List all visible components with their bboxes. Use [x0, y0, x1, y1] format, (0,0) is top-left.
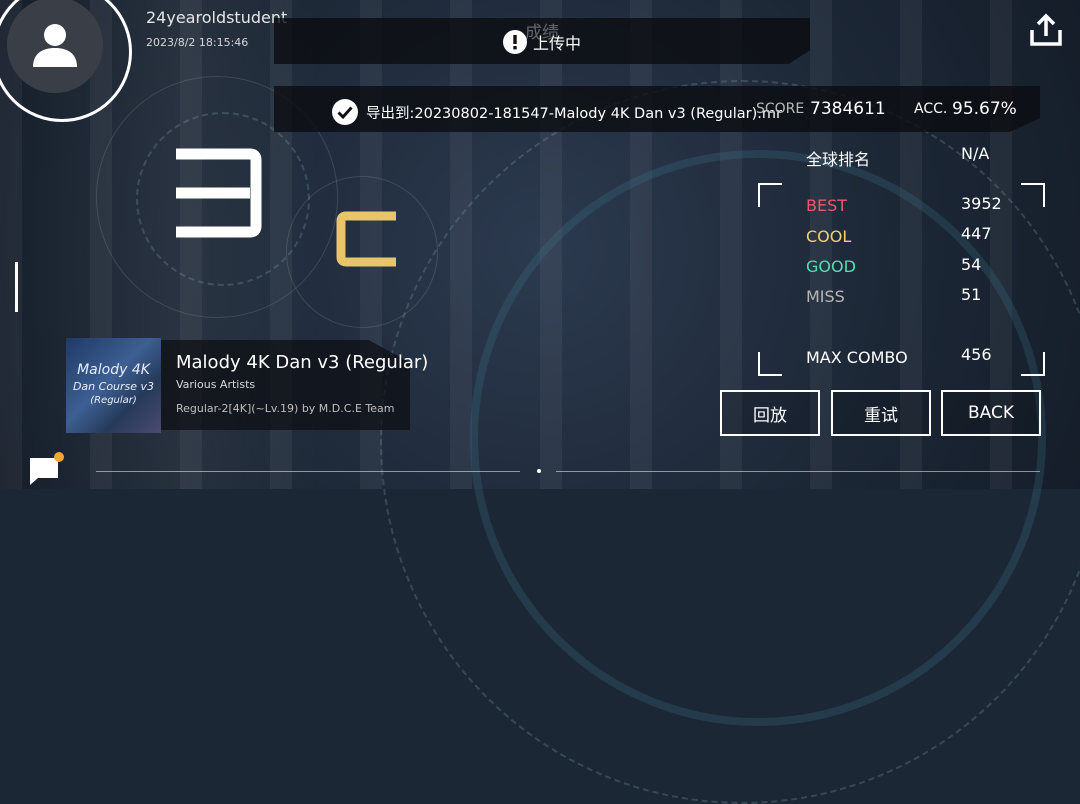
global-rank-label: 全球排名 — [806, 150, 871, 169]
upload-status: 上传中 — [274, 30, 810, 54]
left-edge-tick — [15, 262, 18, 312]
replay-button[interactable]: 回放 — [720, 390, 820, 436]
good-value: 54 — [961, 255, 982, 274]
export-path-text: 导出到:20230802-181547-Malody 4K Dan v3 (Re… — [366, 105, 782, 122]
cover-line: (Regular) — [90, 395, 137, 406]
miss-value: 51 — [961, 285, 982, 304]
accuracy-value: 95.67% — [952, 99, 1017, 119]
cool-label: COOL — [806, 227, 852, 246]
score-label: SCORE — [756, 101, 805, 117]
song-artist: Various Artists — [176, 378, 256, 391]
back-button[interactable]: BACK — [941, 390, 1041, 436]
upload-icon[interactable] — [1028, 12, 1064, 48]
good-label: GOOD — [806, 257, 856, 276]
stats-frame-corner — [1021, 183, 1045, 207]
cool-value: 447 — [961, 224, 992, 243]
bottom-divider — [96, 471, 520, 472]
miss-label: MISS — [806, 287, 845, 306]
stats-frame-corner — [1021, 352, 1045, 376]
song-title: Malody 4K Dan v3 (Regular) — [176, 352, 429, 373]
accuracy-label: ACC. — [914, 101, 948, 117]
grade-letter — [336, 211, 396, 267]
bottom-divider — [556, 471, 1040, 472]
page-indicator-dot — [537, 469, 541, 473]
upload-status-banner: 成绩 上传中 — [274, 18, 810, 64]
grade-number — [176, 148, 262, 238]
export-info: 导出到:20230802-181547-Malody 4K Dan v3 (Re… — [332, 99, 782, 125]
retry-button[interactable]: 重试 — [831, 390, 931, 436]
play-datetime: 2023/8/2 18:15:46 — [146, 36, 249, 49]
stats-frame-corner — [758, 352, 782, 376]
stats-frame-corner — [758, 183, 782, 207]
chat-bubble-icon[interactable] — [28, 452, 64, 486]
cover-line: Dan Course v3 — [72, 380, 155, 393]
best-label: BEST — [806, 196, 848, 215]
export-banner: 导出到:20230802-181547-Malody 4K Dan v3 (Re… — [274, 86, 1040, 132]
score-value: 7384611 — [810, 99, 886, 119]
user-silhouette-icon — [33, 24, 77, 67]
song-cover-art: Malody 4K Dan Course v3 (Regular) — [66, 338, 161, 433]
check-circle-icon — [332, 99, 358, 125]
hud-ring — [380, 80, 1080, 804]
global-rank-value: N/A — [961, 144, 990, 163]
avatar[interactable] — [7, 0, 103, 93]
chart-info: Regular-2[4K](~Lv.19) by M.D.C.E Team — [176, 402, 395, 415]
exclamation-circle-icon — [502, 30, 527, 54]
cover-line: Malody 4K — [77, 362, 150, 378]
username: 24yearoldstudent — [146, 8, 288, 27]
max-combo-value: 456 — [961, 345, 992, 364]
max-combo-label: MAX COMBO — [806, 348, 908, 367]
upload-status-text: 上传中 — [532, 34, 581, 53]
best-value: 3952 — [961, 194, 1002, 213]
